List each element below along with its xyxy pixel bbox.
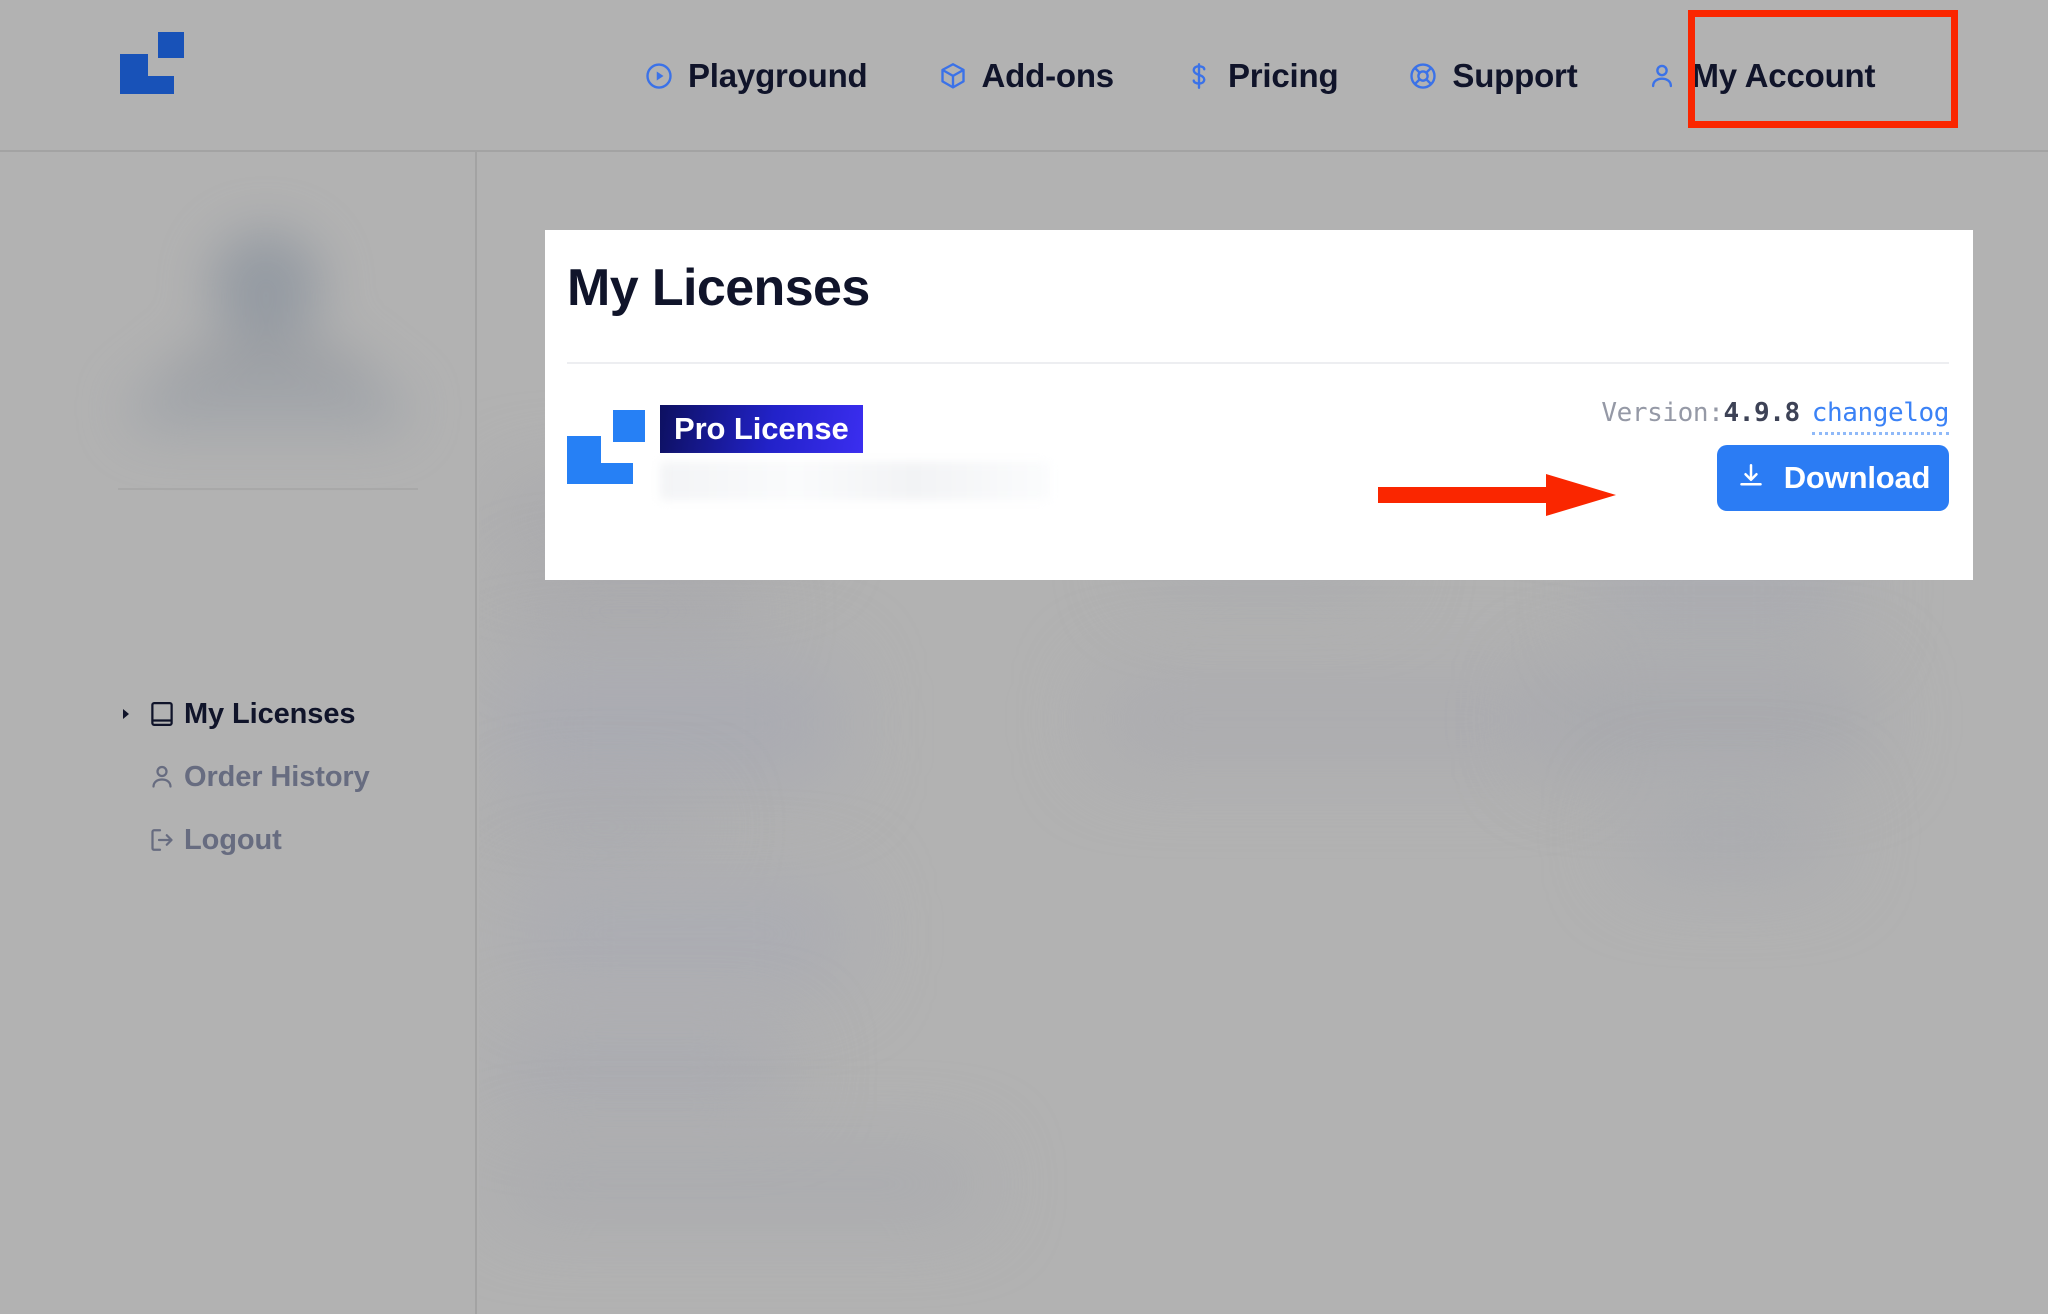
avatar-username-redacted	[128, 388, 408, 428]
download-button[interactable]: Download	[1717, 445, 1949, 511]
card-divider	[567, 362, 1949, 364]
sidebar-label-my-licenses: My Licenses	[184, 697, 356, 730]
nav-item-addons[interactable]: Add-ons	[934, 40, 1118, 112]
account-sidebar: My Licenses Order History Logout	[0, 152, 477, 1314]
caret-right-icon	[118, 706, 140, 722]
download-icon	[1736, 461, 1766, 496]
sidebar-item-order-history[interactable]: Order History	[140, 752, 370, 802]
nav-item-my-account[interactable]: My Account	[1643, 40, 1879, 112]
sidebar-label-order-history: Order History	[184, 760, 370, 793]
nav-label-playground: Playground	[688, 57, 868, 94]
license-type-badge: Pro License	[660, 405, 863, 453]
version-info: Version: 4.9.8 changelog	[1601, 398, 1949, 435]
nav-label-addons: Add-ons	[981, 57, 1115, 94]
license-row: Pro License Version: 4.9.8 changelog Dow…	[567, 382, 1949, 532]
play-circle-icon	[644, 61, 674, 91]
sidebar-divider	[118, 488, 418, 490]
sidebar-item-logout[interactable]: Logout	[140, 815, 282, 865]
nav-label-support: Support	[1452, 57, 1578, 94]
user-icon	[140, 762, 184, 792]
product-logo-shape-foot	[567, 463, 633, 484]
license-key-redacted	[660, 462, 1050, 500]
top-header: Playground Add-ons Pricing Support My Ac…	[0, 0, 2048, 152]
product-logo	[567, 410, 645, 484]
book-icon	[140, 699, 184, 729]
version-number: 4.9.8	[1723, 398, 1800, 428]
download-label: Download	[1783, 460, 1931, 495]
avatar	[118, 220, 418, 434]
nav-item-playground[interactable]: Playground	[640, 40, 872, 112]
product-logo-shape-square	[613, 410, 645, 442]
brand-logo[interactable]	[120, 32, 188, 94]
nav-item-pricing[interactable]: Pricing	[1180, 40, 1342, 112]
sidebar-label-logout: Logout	[184, 823, 282, 856]
nav-label-my-account: My Account	[1691, 57, 1876, 94]
page-title: My Licenses	[567, 259, 870, 317]
logo-shape-foot	[120, 76, 174, 94]
avatar-head	[210, 230, 322, 342]
page-root: Playground Add-ons Pricing Support My Ac…	[0, 0, 2048, 1314]
nav-item-support[interactable]: Support	[1404, 40, 1581, 112]
lifebuoy-icon	[1408, 61, 1438, 91]
user-icon	[1647, 61, 1677, 91]
logout-icon	[140, 825, 184, 855]
main-navigation: Playground Add-ons Pricing Support My Ac…	[640, 0, 1879, 152]
dollar-icon	[1184, 61, 1214, 91]
sidebar-item-my-licenses[interactable]: My Licenses	[118, 689, 355, 739]
version-label: Version:	[1601, 398, 1724, 428]
cube-icon	[938, 61, 968, 91]
logo-shape-square	[158, 32, 184, 58]
changelog-link[interactable]: changelog	[1811, 398, 1949, 435]
my-licenses-card: My Licenses Pro License Version: 4.9.8 c…	[545, 230, 1973, 580]
nav-label-pricing: Pricing	[1227, 57, 1339, 94]
